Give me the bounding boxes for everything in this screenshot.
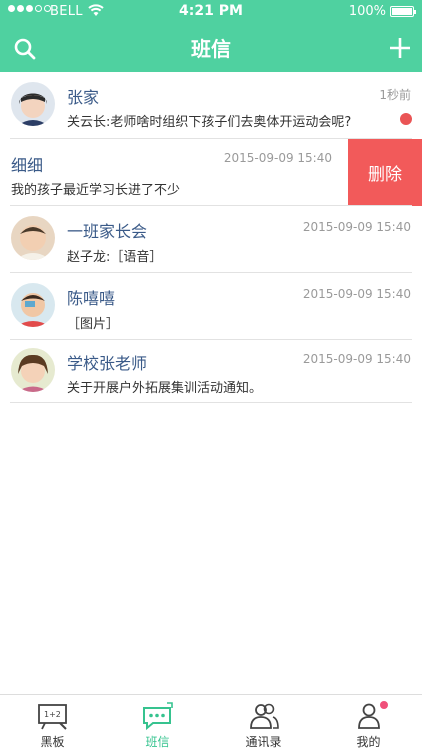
contacts-icon (249, 703, 279, 729)
conversation-item[interactable]: 学校张老师 2015-09-09 15:40 关于开展户外拓展集训活动通知。 (0, 340, 422, 403)
conversation-name: 张家 (67, 88, 100, 107)
conversation-preview: 关云长:老师啥时组织下孩子们去奥体开运动会呢? (67, 115, 352, 130)
conversation-item[interactable]: 陈嘻嘻 2015-09-09 15:40 ［图片］ (0, 273, 422, 340)
divider (10, 402, 412, 403)
unread-indicator (400, 113, 412, 125)
blackboard-icon: 1+2 (37, 704, 67, 730)
conversation-time: 1秒前 (379, 88, 411, 102)
conversation-preview: 赵子龙:［语音］ (67, 250, 163, 265)
conversation-preview: 关于开展户外拓展集训活动通知。 (67, 381, 263, 396)
page-title: 班信 (191, 37, 231, 61)
tab-contacts[interactable]: 通讯录 (211, 695, 316, 750)
conversation-name: 细细 (11, 156, 44, 175)
conversation-time: 2015-09-09 15:40 (302, 352, 411, 366)
avatar (11, 348, 55, 392)
conversation-preview: ［图片］ (67, 317, 120, 332)
conversation-item[interactable]: 细细 2015-09-09 15:40 我的孩子最近学习长进了不少 删除 (0, 139, 422, 206)
tab-label: 黑板 (40, 735, 65, 749)
top-bar: BELL 4:21 PM 100% 班信 (0, 0, 422, 72)
conversation-time: 2015-09-09 15:40 (302, 220, 411, 234)
delete-button[interactable]: 删除 (348, 139, 422, 206)
avatar (11, 283, 55, 327)
notification-badge (380, 701, 388, 709)
tab-mine[interactable]: 我的 (316, 695, 421, 750)
avatar (11, 216, 55, 260)
conversation-name: 学校张老师 (67, 354, 148, 373)
conversation-preview: 我的孩子最近学习长进了不少 (11, 183, 181, 198)
tab-blackboard[interactable]: 1+2 黑板 (0, 695, 105, 750)
tab-label: 我的 (356, 735, 381, 749)
tab-class-messages[interactable]: 班信 (105, 695, 210, 750)
battery-percentage: 100% (348, 4, 386, 19)
conversation-item[interactable]: 张家 1秒前 关云长:老师啥时组织下孩子们去奥体开运动会呢? (0, 72, 422, 139)
conversation-name: 陈嘻嘻 (67, 289, 116, 308)
chat-icon (142, 702, 173, 731)
avatar (11, 82, 55, 126)
conversation-name: 一班家长会 (67, 222, 148, 241)
conversation-time: 2015-09-09 15:40 (302, 287, 411, 301)
tab-label: 班信 (145, 735, 170, 749)
status-bar: BELL 4:21 PM 100% (0, 0, 422, 24)
conversation-item[interactable]: 一班家长会 2015-09-09 15:40 赵子龙:［语音］ (0, 206, 422, 273)
battery-icon (390, 6, 416, 17)
tab-bar: 1+2 黑板 班信 通讯录 我的 (0, 694, 422, 750)
svg-text:1+2: 1+2 (44, 710, 61, 719)
conversation-time: 2015-09-09 15:40 (223, 151, 332, 165)
tab-label: 通讯录 (245, 735, 282, 749)
add-icon[interactable] (388, 36, 412, 60)
